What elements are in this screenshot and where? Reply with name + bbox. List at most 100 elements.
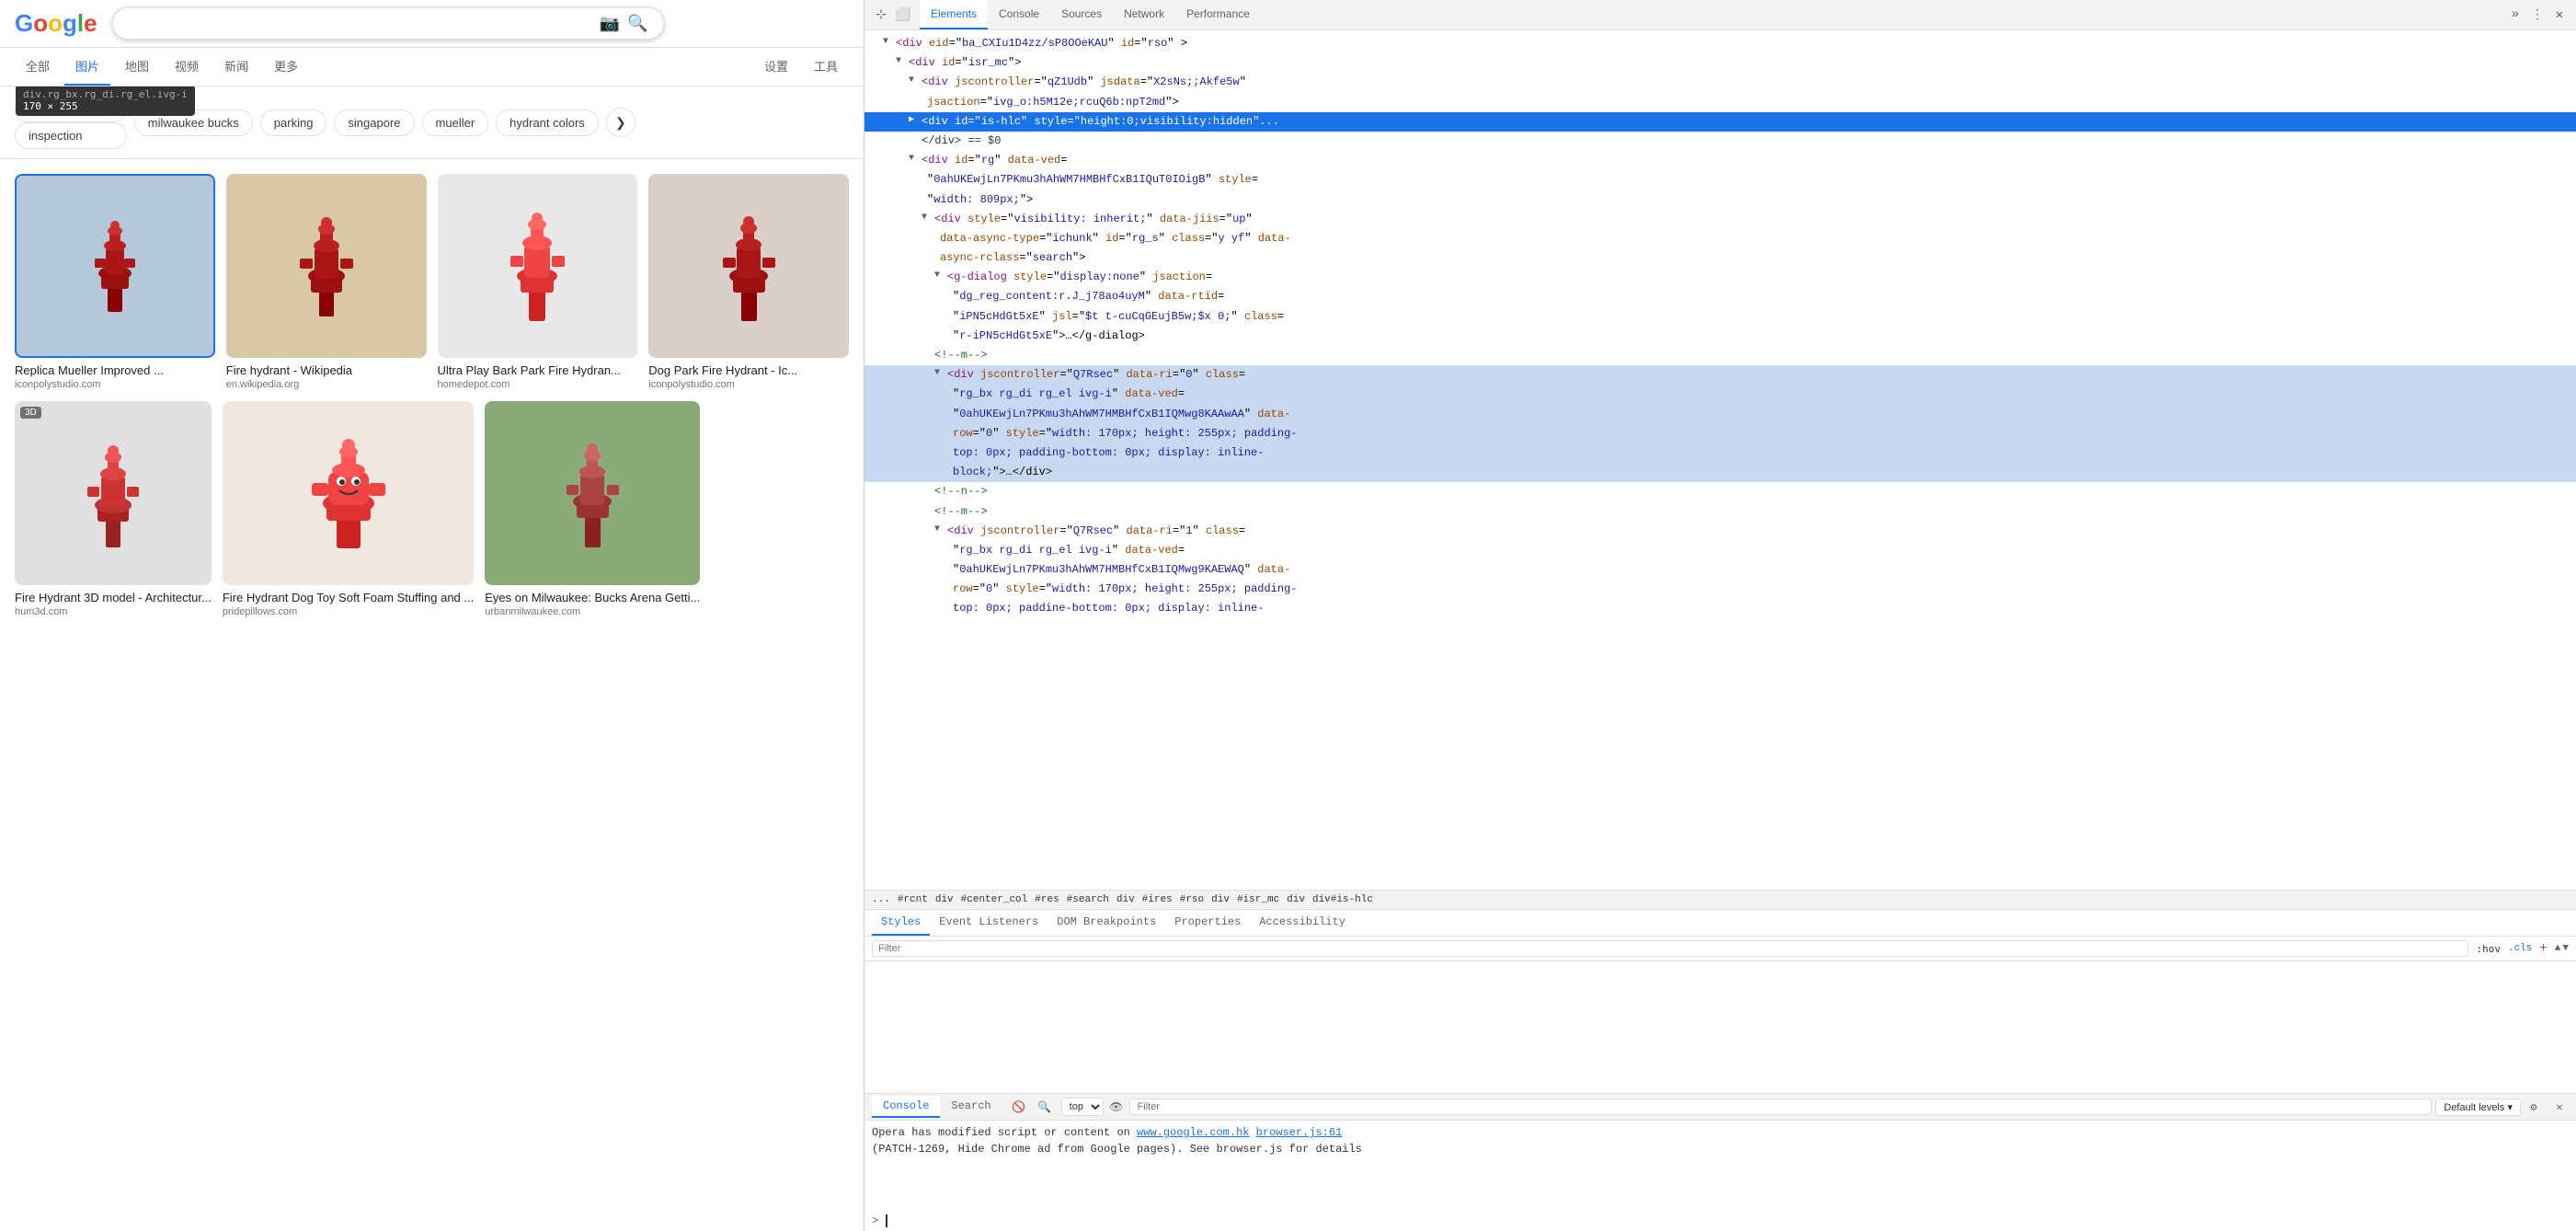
console-file-link[interactable]: browser.js:61 (1256, 1126, 1343, 1139)
html-line-3b[interactable]: jsaction="ivg_o:h5M12e;rcuQ6b:npT2md"> (864, 93, 2576, 112)
nav-tools[interactable]: 工具 (803, 48, 849, 86)
html-line-10[interactable]: data-async-type="ichunk" id="rg_s" class… (864, 229, 2576, 248)
html-line-20[interactable]: row="0" style="width: 170px; height: 255… (864, 424, 2576, 443)
default-levels-button[interactable]: Default levels ▾ (2435, 1099, 2521, 1116)
triangle-17[interactable] (934, 366, 947, 381)
breadcrumb-ellipsis[interactable]: ... (872, 894, 890, 905)
breadcrumb-div3[interactable]: div (1211, 894, 1230, 905)
more-tabs-icon[interactable]: » (2506, 6, 2524, 24)
html-line-25[interactable]: <div jscontroller="Q7Rsec" data-ri="1" c… (864, 522, 2576, 541)
tab-properties[interactable]: Properties (1165, 910, 1250, 936)
html-line-6[interactable]: <div id="rg" data-ved= (864, 151, 2576, 170)
html-line-16[interactable]: <!--m--> (864, 346, 2576, 365)
console-close-icon[interactable]: ✕ (2550, 1098, 2569, 1116)
tab-console[interactable]: Console (988, 0, 1050, 29)
html-line-14[interactable]: "iPN5cHdGt5xE" jsl="$t t-cuCqGEujB5w;$x … (864, 307, 2576, 327)
html-line-28[interactable]: row="0" style="width: 170px; height: 255… (864, 580, 2576, 599)
console-tab-console[interactable]: Console (872, 1096, 940, 1118)
html-line-2[interactable]: <div id="isr_mc"> (864, 53, 2576, 73)
search-icon[interactable]: 🔍 (627, 14, 647, 33)
nav-all[interactable]: 全部 (15, 48, 61, 86)
chip-inspection[interactable]: inspection div.rg_bx.rg_di.rg_el.ivg-i 1… (15, 122, 127, 149)
image-card-1[interactable]: Replica Mueller Improved ... iconpolystu… (15, 174, 215, 390)
search-input[interactable]: fire hydrant (128, 16, 592, 32)
image-card-2[interactable]: Fire hydrant - Wikipedia en.wikipedia.or… (226, 174, 427, 390)
chip-parking[interactable]: parking (260, 109, 327, 136)
breadcrumb-div1[interactable]: div (935, 894, 954, 905)
chip-arrow-next[interactable]: ❯ (606, 108, 635, 137)
tab-styles[interactable]: Styles (872, 910, 930, 936)
tab-sources[interactable]: Sources (1050, 0, 1113, 29)
breadcrumb-rso[interactable]: #rso (1180, 894, 1204, 905)
html-line-11[interactable]: async-rclass="search"> (864, 248, 2576, 268)
triangle-25[interactable] (934, 523, 947, 537)
filter-plus-icon[interactable]: + (2539, 941, 2547, 956)
tab-dom-breakpoints[interactable]: DOM Breakpoints (1048, 910, 1165, 936)
nav-video[interactable]: 视频 (164, 48, 210, 86)
console-gear-icon[interactable]: ⚙ (2524, 1098, 2543, 1116)
breadcrumb-res[interactable]: #res (1035, 894, 1059, 905)
breadcrumb-div2[interactable]: div (1116, 894, 1135, 905)
html-line-8[interactable]: "width: 809px;"> (864, 190, 2576, 210)
console-eye-icon[interactable]: 👁 (1107, 1098, 1126, 1116)
html-line-12[interactable]: <g-dialog style="display:none" jsaction= (864, 268, 2576, 287)
triangle-1[interactable] (883, 35, 896, 50)
chip-colors[interactable]: hydrant colors (496, 109, 599, 136)
html-line-22[interactable]: block;">…</div> (864, 463, 2576, 482)
html-line-24[interactable]: <!--m--> (864, 502, 2576, 522)
tab-performance[interactable]: Performance (1175, 0, 1261, 29)
html-line-26[interactable]: "rg_bx rg_di rg_el ivg-i" data-ved= (864, 541, 2576, 560)
top-select[interactable]: top (1061, 1098, 1104, 1116)
breadcrumb-rcnt[interactable]: #rcnt (898, 894, 928, 905)
filter-hov[interactable]: :hov (2476, 943, 2501, 955)
tab-accessibility[interactable]: Accessibility (1250, 910, 1355, 936)
html-line-5[interactable]: </div> == $0 (864, 132, 2576, 151)
breadcrumb-div4[interactable]: div (1287, 894, 1305, 905)
nav-images[interactable]: 图片 (64, 48, 110, 86)
triangle-4[interactable]: ▶ (909, 113, 922, 128)
tab-elements[interactable]: Elements (920, 0, 988, 29)
breadcrumb-ires[interactable]: #ires (1142, 894, 1173, 905)
image-card-6[interactable]: Fire Hydrant Dog Toy Soft Foam Stuffing … (223, 401, 474, 617)
html-line-7[interactable]: "0ahUKEwjLn7PKmu3hAhWM7HMBHfCxB1IQuT0IOi… (864, 170, 2576, 190)
image-card-3[interactable]: Ultra Play Bark Park Fire Hydran... home… (438, 174, 638, 390)
more-options-icon[interactable]: ⋮ (2528, 6, 2547, 24)
styles-filter-input[interactable] (872, 940, 2468, 957)
console-link[interactable]: www.google.com.hk (1137, 1126, 1249, 1139)
html-line-23[interactable]: <!--n--> (864, 482, 2576, 501)
html-line-9[interactable]: <div style="visibility: inherit;" data-j… (864, 210, 2576, 229)
triangle-9[interactable] (922, 211, 934, 225)
html-line-29[interactable]: top: 0px; paddine-bottom: 0px; display: … (864, 599, 2576, 618)
close-devtools-icon[interactable]: ✕ (2550, 6, 2569, 24)
triangle-12[interactable] (934, 269, 947, 283)
styles-arrow-down[interactable]: ▼ (2562, 943, 2569, 954)
nav-settings[interactable]: 设置 (753, 48, 799, 86)
camera-icon[interactable]: 📷 (600, 14, 620, 33)
console-tab-search[interactable]: Search (940, 1096, 1002, 1118)
breadcrumb-search[interactable]: #search (1067, 894, 1109, 905)
html-line-4[interactable]: ▶ <div id="is-hlc" style="height:0;visib… (864, 112, 2576, 132)
html-line-17[interactable]: <div jscontroller="Q7Rsec" data-ri="0" c… (864, 365, 2576, 385)
html-line-13[interactable]: "dg_reg_content:r.J_j78ao4uyM" data-rtid… (864, 287, 2576, 306)
image-card-5[interactable]: 3D (15, 401, 212, 617)
breadcrumb-center-col[interactable]: #center_col (961, 894, 1028, 905)
console-filter-input[interactable] (1129, 1099, 2433, 1115)
breadcrumb-is-hlc[interactable]: div#is-hlc (1312, 894, 1373, 905)
nav-maps[interactable]: 地图 (114, 48, 160, 86)
html-line-1[interactable]: <div eid="ba_CXIu1D4zz/sP8OOeKAU" id="rs… (864, 34, 2576, 53)
breadcrumb-isr-mc[interactable]: #isr_mc (1237, 894, 1279, 905)
html-line-27[interactable]: "0ahUKEwjLn7PKmu3hAhWM7HMBHfCxB1IQMwg9KA… (864, 560, 2576, 580)
html-line-19[interactable]: "0ahUKEwjLn7PKmu3hAhWM7HMBHfCxB1IQMwg8KA… (864, 405, 2576, 424)
html-line-21[interactable]: top: 0px; padding-bottom: 0px; display: … (864, 443, 2576, 463)
filter-cls[interactable]: .cls (2508, 943, 2532, 954)
device-icon[interactable]: ⬜ (894, 6, 912, 24)
html-line-18[interactable]: "rg_bx rg_di rg_el ivg-i" data-ved= (864, 385, 2576, 404)
triangle-3[interactable] (909, 74, 922, 88)
nav-news[interactable]: 新闻 (213, 48, 259, 86)
console-filter-icon[interactable]: 🔍 (1036, 1098, 1054, 1116)
tab-network[interactable]: Network (1113, 0, 1175, 29)
chip-mueller[interactable]: mueller (422, 109, 489, 136)
html-line-15[interactable]: "r-iPN5cHdGt5xE">…</g-dialog> (864, 327, 2576, 346)
tab-event-listeners[interactable]: Event Listeners (930, 910, 1048, 936)
search-bar[interactable]: fire hydrant 📷 🔍 (112, 7, 664, 40)
